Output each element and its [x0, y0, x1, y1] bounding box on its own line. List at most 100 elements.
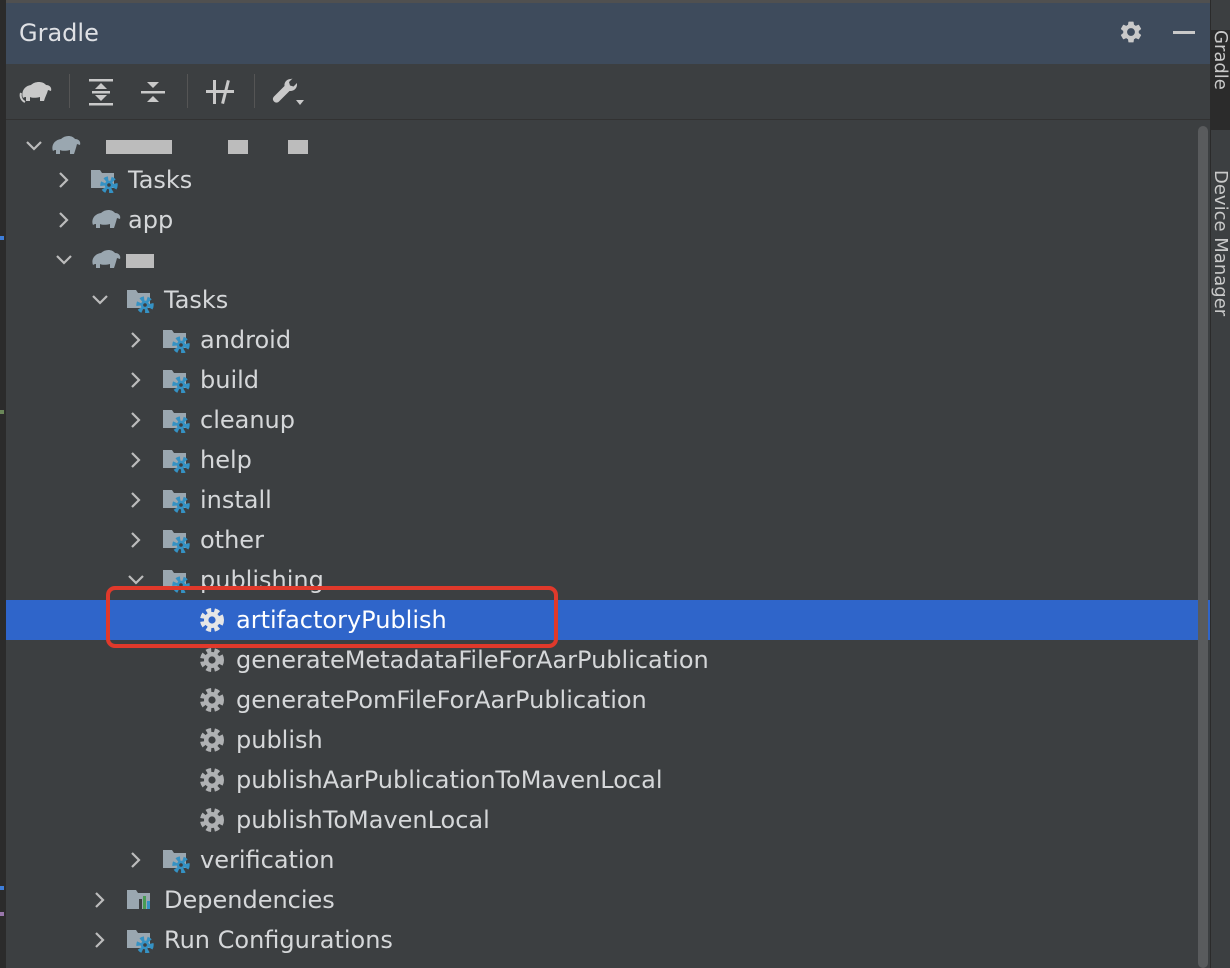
scrollbar-thumb[interactable] — [1198, 126, 1208, 968]
tree-item-label: cleanup — [200, 406, 295, 434]
tree-row[interactable]: publish — [6, 720, 1210, 760]
task-folder-icon — [162, 367, 190, 394]
redacted-project-name — [126, 254, 154, 268]
chevron-right-icon[interactable] — [126, 850, 146, 870]
gradle-project-tree[interactable]: Tasks app Tasks android build cleanup help inst… — [6, 120, 1210, 968]
chevron-right-icon[interactable] — [126, 450, 146, 470]
toggle-offline-mode-button[interactable] — [201, 74, 239, 110]
gear-icon — [198, 647, 226, 673]
gear-icon — [198, 767, 226, 793]
gear-icon — [198, 727, 226, 753]
tool-window-title: Gradle — [19, 19, 99, 47]
tree-row[interactable]: install — [6, 480, 1210, 520]
gradle-elephant-icon — [50, 133, 81, 159]
tree-row[interactable]: Tasks — [6, 280, 1210, 320]
gradle-elephant-icon — [90, 207, 121, 233]
tree-row[interactable]: generateMetadataFileForAarPublication — [6, 640, 1210, 680]
tree-item-label: Tasks — [128, 166, 193, 194]
tree-row[interactable]: publishToMavenLocal — [6, 800, 1210, 840]
task-folder-icon — [162, 487, 190, 514]
editor-edge-marker — [0, 410, 4, 414]
tree-item-label: publishToMavenLocal — [236, 806, 490, 834]
chevron-right-icon[interactable] — [126, 370, 146, 390]
chevron-right-icon[interactable] — [90, 890, 110, 910]
tree-row[interactable]: Run Configurations — [6, 920, 1210, 960]
side-tab-label: Gradle — [1211, 30, 1230, 90]
tree-item-label: generatePomFileForAarPublication — [236, 686, 647, 714]
task-folder-icon — [90, 167, 118, 194]
editor-edge-marker — [0, 912, 4, 916]
tree-row[interactable] — [6, 240, 1210, 280]
expand-all-icon — [89, 79, 113, 106]
settings-button[interactable] — [1116, 17, 1146, 47]
build-tool-settings-button[interactable] — [268, 74, 306, 110]
tree-item-label: publishing — [200, 566, 324, 594]
task-folder-icon — [162, 407, 190, 434]
tree-row[interactable]: other — [6, 520, 1210, 560]
gradle-elephant-icon — [90, 247, 121, 273]
gear-icon — [198, 607, 226, 633]
toggle-offline-mode-icon — [206, 79, 234, 105]
task-folder-icon — [126, 927, 154, 954]
tree-item-label: generateMetadataFileForAarPublication — [236, 646, 709, 674]
tree-item-label: android — [200, 326, 292, 354]
tree-row[interactable]: cleanup — [6, 400, 1210, 440]
side-tab-label: Device Manager — [1211, 170, 1230, 317]
right-tool-strip: Gradle Device Manager — [1210, 0, 1230, 968]
chevron-right-icon[interactable] — [126, 490, 146, 510]
tree-item-label: Dependencies — [164, 886, 335, 914]
task-folder-icon — [162, 447, 190, 474]
chevron-right-icon[interactable] — [54, 210, 74, 230]
gear-icon — [1120, 21, 1142, 43]
tree-item-label: app — [128, 206, 174, 234]
chevron-right-icon[interactable] — [126, 530, 146, 550]
chevron-right-icon[interactable] — [90, 930, 110, 950]
chevron-down-icon[interactable] — [126, 570, 146, 590]
gear-icon — [198, 807, 226, 833]
chevron-right-icon[interactable] — [126, 410, 146, 430]
tree-row[interactable]: help — [6, 440, 1210, 480]
tree-row[interactable]: generatePomFileForAarPublication — [6, 680, 1210, 720]
elephant-refresh-icon — [19, 82, 52, 103]
gradle-tool-window: Gradle Tasks app Tasks android build cle… — [6, 0, 1210, 968]
task-folder-icon — [162, 567, 190, 594]
tree-row[interactable]: verification — [6, 840, 1210, 880]
wrench-icon — [272, 78, 304, 105]
chevron-down-icon[interactable] — [24, 136, 44, 156]
redacted-project-name — [106, 140, 172, 154]
tree-row[interactable]: build — [6, 360, 1210, 400]
tree-item-label: publishAarPublicationToMavenLocal — [236, 766, 663, 794]
tree-row[interactable]: app — [6, 200, 1210, 240]
redacted-project-name — [228, 140, 248, 154]
minimize-icon — [1173, 31, 1195, 34]
side-tab-device-manager[interactable]: Device Manager — [1211, 170, 1230, 370]
task-folder-icon — [162, 847, 190, 874]
task-folder-icon — [162, 527, 190, 554]
tree-row-selected[interactable]: artifactoryPublish — [6, 600, 1210, 640]
tree-item-label: Run Configurations — [164, 926, 393, 954]
chevron-down-icon[interactable] — [90, 290, 110, 310]
tree-item-label: install — [200, 486, 272, 514]
chevron-right-icon[interactable] — [126, 330, 146, 350]
expand-all-button[interactable] — [82, 74, 120, 110]
collapse-all-button[interactable] — [134, 74, 172, 110]
tree-row[interactable]: Tasks — [6, 160, 1210, 200]
task-folder-icon — [126, 287, 154, 314]
tool-window-header: Gradle — [6, 0, 1210, 64]
gradle-toolbar — [6, 64, 1210, 120]
tree-row[interactable]: publishAarPublicationToMavenLocal — [6, 760, 1210, 800]
chevron-down-icon[interactable] — [54, 250, 74, 270]
task-folder-icon — [162, 327, 190, 354]
tree-row[interactable]: android — [6, 320, 1210, 360]
gear-icon — [198, 687, 226, 713]
side-tab-gradle[interactable]: Gradle — [1211, 30, 1230, 130]
reload-gradle-button[interactable] — [17, 74, 55, 110]
minimize-button[interactable] — [1169, 17, 1199, 47]
tree-item-label: other — [200, 526, 264, 554]
tree-row[interactable]: publishing — [6, 560, 1210, 600]
tree-item-label: artifactoryPublish — [236, 606, 447, 634]
chevron-right-icon[interactable] — [54, 170, 74, 190]
tree-item-label: help — [200, 446, 252, 474]
editor-edge-marker — [0, 236, 4, 240]
tree-row[interactable]: Dependencies — [6, 880, 1210, 920]
